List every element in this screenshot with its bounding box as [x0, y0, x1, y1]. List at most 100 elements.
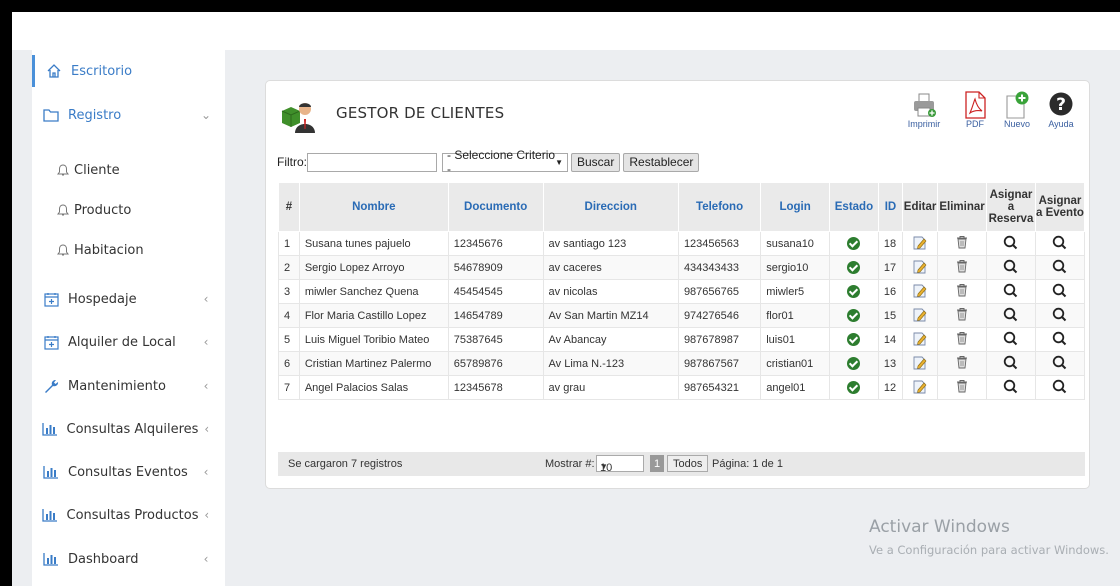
page-size-select[interactable]: 10 ▼ — [596, 455, 644, 474]
edit-icon — [913, 284, 927, 301]
col-header-login[interactable]: Login — [760, 182, 830, 232]
delete-button[interactable] — [937, 279, 988, 304]
chevron-down-icon: ⌄ — [200, 108, 212, 122]
assign-reservation-button[interactable] — [986, 351, 1036, 376]
col-header-nombre[interactable]: Nombre — [298, 182, 449, 232]
col-header-documento[interactable]: Documento — [447, 182, 544, 232]
assign-reservation-button[interactable] — [986, 303, 1036, 328]
sidebar-subitem-cliente[interactable]: Cliente — [56, 163, 120, 178]
print-button[interactable]: Imprimir — [908, 91, 940, 129]
sidebar-item-dashboard[interactable]: Dashboard ‹ — [32, 543, 225, 575]
calendar-icon — [42, 333, 60, 351]
search-icon — [1003, 355, 1018, 373]
calendar-icon — [42, 290, 60, 308]
row-number-cell: 2 — [278, 255, 300, 280]
search-icon — [1003, 283, 1018, 301]
assign-reservation-button[interactable] — [986, 231, 1036, 256]
sidebar-item-consultas-eventos[interactable]: Consultas Eventos ‹ — [32, 456, 225, 488]
assign-event-button[interactable] — [1034, 231, 1086, 256]
table-row[interactable]: 1 Susana tunes pajuelo 12345676 av santiago… — [278, 231, 1086, 256]
edit-button[interactable] — [902, 231, 939, 256]
edit-button[interactable] — [902, 375, 939, 400]
sidebar-item-registro[interactable]: Registro ⌄ — [32, 99, 225, 131]
reset-button[interactable]: Restablecer — [623, 152, 700, 172]
table-row[interactable]: 5 Luis Miguel Toribio Mateo 75387645 Av Aba… — [278, 327, 1086, 352]
records-loaded-text: Se cargaron 7 registros — [288, 458, 403, 470]
activation-watermark-subtitle: Ve a Configuración para activar Windows. — [869, 543, 1109, 557]
sidebar-item-consultas-productos[interactable]: Consultas Productos ‹ — [32, 499, 225, 531]
status-cell — [828, 279, 879, 304]
sidebar-subitem-label: Habitacion — [74, 243, 144, 258]
chevron-left-icon: ‹ — [203, 552, 209, 566]
assign-event-button[interactable] — [1034, 255, 1086, 280]
col-header-direccion[interactable]: Direccion — [542, 182, 679, 232]
client-document-cell: 45454545 — [447, 279, 544, 304]
criteria-select[interactable]: - Seleccione Criterio - ▼ — [442, 148, 568, 176]
edit-button[interactable] — [902, 351, 939, 376]
search-icon — [1003, 379, 1018, 397]
client-address-cell: Av Abancay — [542, 327, 679, 352]
search-button[interactable]: Buscar — [571, 152, 621, 172]
client-id-cell: 13 — [877, 351, 904, 376]
edit-icon — [913, 236, 927, 253]
activation-watermark-title: Activar Windows — [869, 517, 1010, 537]
help-button[interactable]: ? Ayuda — [1046, 91, 1076, 129]
client-address-cell: Av Lima N.-123 — [542, 351, 679, 376]
assign-event-button[interactable] — [1034, 375, 1086, 400]
table-row[interactable]: 6 Cristian Martinez Palermo 65789876 Av Lim… — [278, 351, 1086, 376]
col-header-estado[interactable]: Estado — [828, 182, 879, 232]
active-status-icon — [847, 357, 861, 370]
pdf-button[interactable]: PDF — [960, 91, 990, 129]
assign-reservation-button[interactable] — [986, 375, 1036, 400]
search-icon — [1052, 331, 1067, 349]
client-address-cell: av caceres — [542, 255, 679, 280]
new-button[interactable]: Nuevo — [1002, 91, 1032, 129]
show-count-label: Mostrar #: — [545, 458, 595, 470]
pdf-label: PDF — [966, 119, 984, 129]
sidebar-subitem-producto[interactable]: Producto — [56, 203, 131, 218]
delete-button[interactable] — [937, 375, 988, 400]
assign-reservation-button[interactable] — [986, 327, 1036, 352]
client-phone-cell: 987656765 — [677, 279, 762, 304]
sidebar-item-consultas-alquileres[interactable]: Consultas Alquileres ‹ — [32, 413, 225, 445]
assign-event-button[interactable] — [1034, 279, 1086, 304]
edit-button[interactable] — [902, 279, 939, 304]
sidebar-item-mantenimiento[interactable]: Mantenimiento ‹ — [32, 370, 225, 402]
assign-reservation-button[interactable] — [986, 279, 1036, 304]
delete-button[interactable] — [937, 351, 988, 376]
edit-icon — [913, 308, 927, 325]
page-1-button[interactable]: 1 — [650, 455, 664, 472]
edit-button[interactable] — [902, 255, 939, 280]
edit-icon — [913, 356, 927, 373]
edit-button[interactable] — [902, 303, 939, 328]
col-header-asignar-reserva: Asignar a Reserva — [986, 182, 1036, 232]
delete-button[interactable] — [937, 231, 988, 256]
delete-button[interactable] — [937, 255, 988, 280]
assign-event-button[interactable] — [1034, 327, 1086, 352]
assign-reservation-button[interactable] — [986, 255, 1036, 280]
client-id-cell: 15 — [877, 303, 904, 328]
pdf-icon — [965, 91, 986, 119]
sidebar-item-escritorio[interactable]: Escritorio — [32, 55, 225, 87]
col-header-id[interactable]: ID — [877, 182, 904, 232]
table-header-row: # Nombre Documento Direccion Telefono Lo… — [278, 182, 1086, 232]
sidebar-subitem-habitacion[interactable]: Habitacion — [56, 243, 144, 258]
assign-event-button[interactable] — [1034, 303, 1086, 328]
table-row[interactable]: 7 Angel Palacios Salas 12345678 av grau 9876… — [278, 375, 1086, 400]
sidebar-item-alquiler-de-local[interactable]: Alquiler de Local ‹ — [32, 326, 225, 358]
table-row[interactable]: 4 Flor Maria Castillo Lopez 14654789 Av San… — [278, 303, 1086, 328]
show-all-button[interactable]: Todos — [667, 455, 709, 472]
table-row[interactable]: 2 Sergio Lopez Arroyo 54678909 av caceres 43… — [278, 255, 1086, 280]
table-row[interactable]: 3 miwler Sanchez Quena 45454545 av nicolas 9… — [278, 279, 1086, 304]
delete-button[interactable] — [937, 327, 988, 352]
edit-button[interactable] — [902, 327, 939, 352]
client-phone-cell: 123456563 — [677, 231, 762, 256]
col-header-eliminar: Eliminar — [937, 182, 988, 232]
sidebar-item-hospedaje[interactable]: Hospedaje ‹ — [32, 283, 225, 315]
page-title: GESTOR DE CLIENTES — [336, 104, 505, 122]
col-header-telefono[interactable]: Telefono — [677, 182, 762, 232]
filter-input[interactable] — [307, 152, 437, 172]
assign-event-button[interactable] — [1034, 351, 1086, 376]
sidebar-item-label: Mantenimiento — [68, 378, 166, 394]
delete-button[interactable] — [937, 303, 988, 328]
